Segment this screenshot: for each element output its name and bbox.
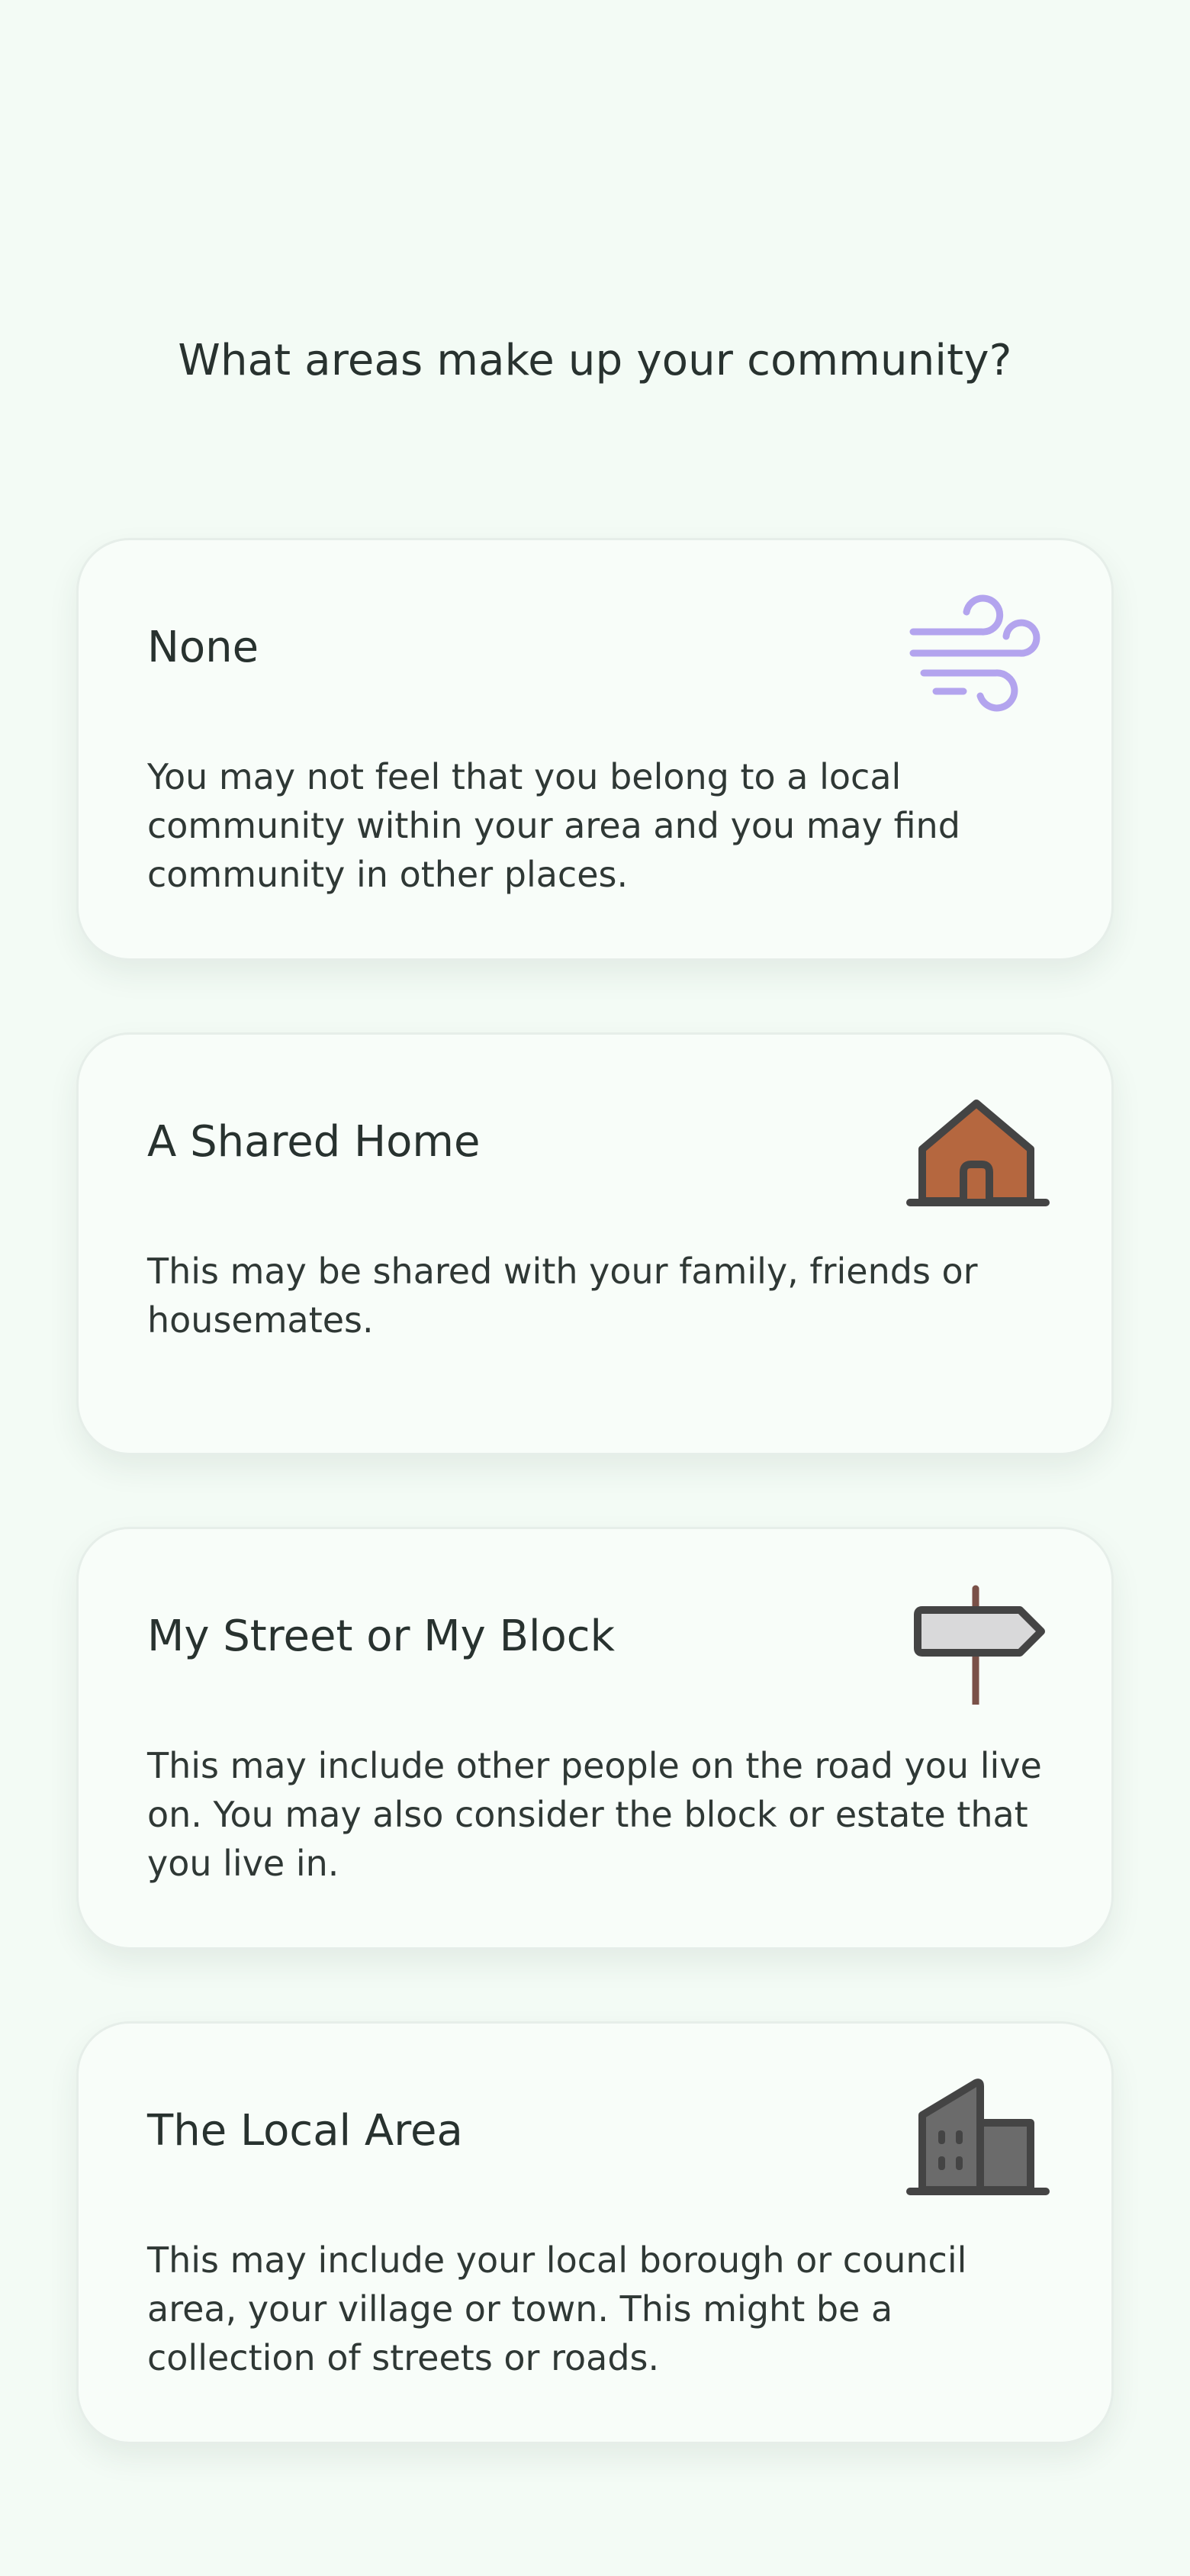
option-description: You may not feel that you belong to a lo… — [147, 756, 960, 895]
wind-icon — [905, 594, 1050, 716]
page-title: What areas make up your community? — [178, 336, 1012, 385]
community-options-list: None You may not feel that you belong to… — [76, 538, 1114, 2516]
option-card-none[interactable]: None You may not feel that you belong to… — [76, 538, 1114, 961]
option-title: A Shared Home — [147, 1117, 481, 1167]
signpost-icon — [905, 1583, 1050, 1705]
option-card-street-block[interactable]: My Street or My Block This may include o… — [76, 1527, 1114, 1950]
option-card-local-area[interactable]: The Local Area This may include your loc… — [76, 2021, 1114, 2444]
option-description: This may include your local borough or c… — [147, 2240, 967, 2378]
option-title: None — [147, 623, 259, 672]
building-icon — [905, 2077, 1050, 2199]
option-description: This may include other people on the roa… — [147, 1745, 1042, 1884]
house-icon — [905, 1088, 1050, 1210]
option-card-shared-home[interactable]: A Shared Home This may be shared with yo… — [76, 1032, 1114, 1455]
option-title: My Street or My Block — [147, 1612, 616, 1661]
option-title: The Local Area — [147, 2106, 463, 2156]
option-description: This may be shared with your family, fri… — [147, 1251, 978, 1341]
